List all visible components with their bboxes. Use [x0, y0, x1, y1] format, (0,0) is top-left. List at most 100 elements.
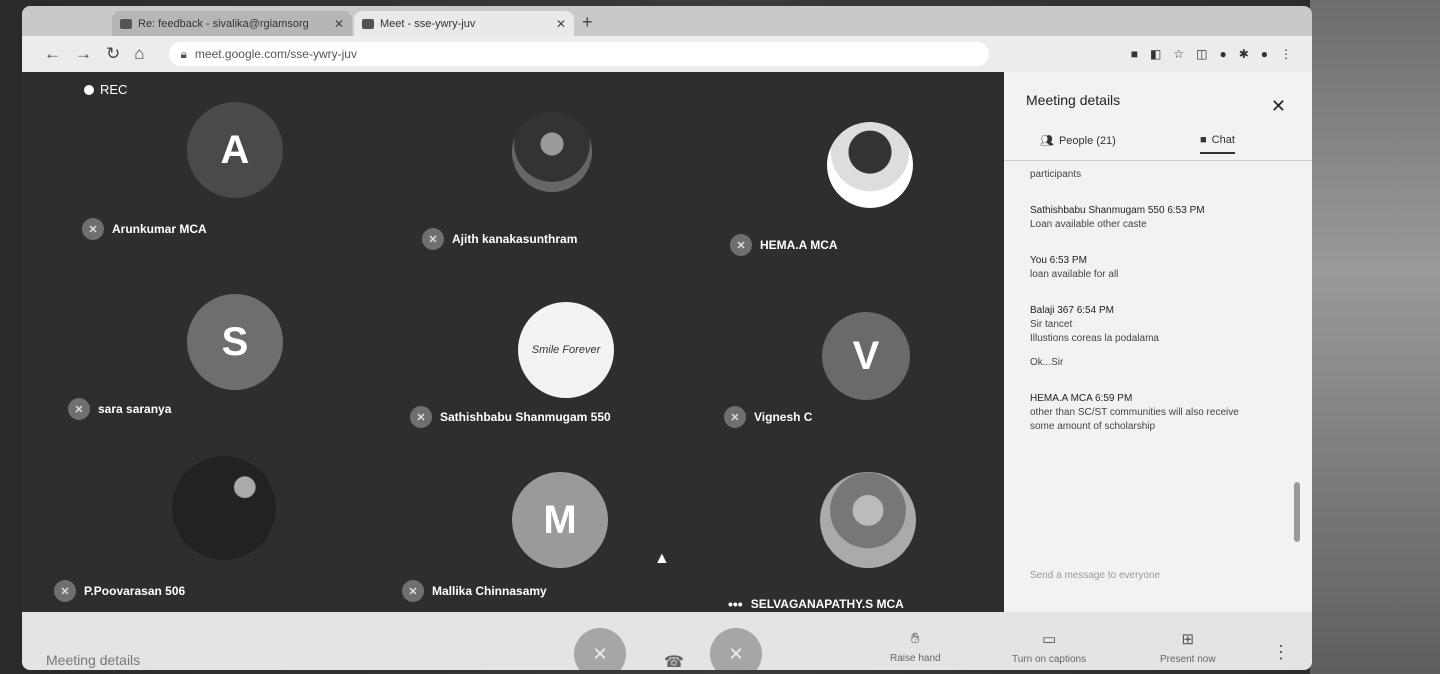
message-time: 6:59 PM: [1095, 393, 1133, 404]
tab-chat[interactable]: ■ Chat: [1200, 134, 1235, 154]
message-sender: HEMA.A MCA: [1030, 393, 1093, 404]
panel-tabs: 👥︎ People (21) ■ Chat: [1004, 128, 1312, 161]
participant-name: SELVAGANAPATHY.S MCA: [750, 597, 904, 611]
tab-people[interactable]: 👥︎ People (21): [1040, 134, 1116, 148]
forward-icon[interactable]: →: [75, 44, 92, 64]
participant-name-tag: ✕ Vignesh C: [724, 406, 812, 428]
mic-off-icon: ✕: [410, 406, 432, 428]
participant-name: Arunkumar MCA: [112, 222, 207, 236]
avatar: A: [187, 102, 283, 198]
raise-hand-button[interactable]: ✋︎ Raise hand: [890, 630, 941, 664]
tab-label: Re: feedback - sivalika@rgiamsorg: [138, 17, 309, 30]
message-text: Loan available other caste: [1030, 219, 1147, 230]
mic-off-icon: ✕: [402, 580, 424, 602]
extension-icon[interactable]: ◫: [1196, 47, 1207, 61]
scrollbar[interactable]: [1294, 482, 1300, 542]
back-icon[interactable]: ←: [44, 44, 61, 64]
participant-tile[interactable]: A ✕ Arunkumar MCA: [62, 92, 372, 262]
participant-tile[interactable]: ••• SELVAGANAPATHY.S MCA: [702, 442, 1012, 612]
home-icon[interactable]: ⌂: [134, 44, 144, 64]
message-text: Sir tancet: [1030, 319, 1073, 330]
message-sender: Sathishbabu Shanmugam 550: [1030, 205, 1165, 216]
participant-name-tag: ✕ Arunkumar MCA: [82, 218, 207, 240]
avatar: Smile Forever: [518, 302, 614, 398]
hang-up-button[interactable]: ☎: [664, 652, 684, 670]
tab-gmail[interactable]: Re: feedback - sivalika@rgiamsorg ✕: [112, 11, 352, 36]
tab-label: Chat: [1211, 134, 1235, 146]
avatar: S: [187, 294, 283, 390]
chat-messages: participants Sathishbabu Shanmugam 550 6…: [1030, 168, 1290, 456]
panel-title: Meeting details: [1026, 92, 1121, 108]
tab-meet[interactable]: Meet - sse-ywry-juv ✕: [354, 11, 574, 36]
camera-icon[interactable]: ■: [1131, 47, 1138, 61]
tab-label: Meet - sse-ywry-juv: [380, 17, 476, 30]
close-icon[interactable]: ✕: [334, 17, 344, 31]
participant-tile[interactable]: ✕ HEMA.A MCA: [702, 92, 1012, 262]
participant-name-tag: ✕ Sathishbabu Shanmugam 550: [410, 406, 611, 428]
participant-tile[interactable]: M ✕ Mallika Chinnasamy: [392, 442, 702, 612]
participant-tile[interactable]: V ✕ Vignesh C: [702, 272, 1012, 442]
message-text: some amount of scholarship: [1030, 421, 1156, 432]
chat-message: You 6:53 PM loan available for all: [1030, 254, 1290, 282]
profile-icon[interactable]: ●: [1261, 47, 1268, 61]
participant-name: Ajith kanakasunthram: [452, 232, 578, 246]
extensions-area: ■ ◧ ☆ ◫ ● ✱ ● ⋮: [1131, 47, 1292, 61]
star-icon[interactable]: ☆: [1173, 47, 1184, 61]
captions-button[interactable]: ▭ Turn on captions: [1012, 630, 1086, 665]
mic-off-icon: ✕: [54, 580, 76, 602]
meet-icon: [362, 18, 374, 29]
present-now-button[interactable]: ⊞ Present now: [1160, 630, 1216, 665]
participant-name-tag: ••• SELVAGANAPATHY.S MCA: [728, 596, 904, 612]
message-time: 6:53 PM: [1167, 205, 1205, 216]
captions-icon: ▭: [1041, 631, 1057, 648]
chat-message: participants: [1030, 168, 1290, 182]
participant-tile[interactable]: Smile Forever ✕ Sathishbabu Shanmugam 550: [392, 272, 702, 442]
chat-input[interactable]: Send a message to everyone: [1030, 570, 1160, 581]
camera-off-icon: ✕: [728, 643, 744, 664]
camera-toggle-button[interactable]: ✕: [710, 628, 762, 670]
avatar: M: [512, 472, 608, 568]
chat-icon: ■: [1200, 134, 1207, 146]
message-sender: Balaji 367: [1030, 305, 1074, 316]
mic-off-icon: ✕: [82, 218, 104, 240]
participant-name-tag: ✕ P.Poovarasan 506: [54, 580, 185, 602]
close-icon[interactable]: ✕: [556, 17, 566, 31]
participant-name: Mallika Chinnasamy: [432, 584, 547, 598]
message-text: other than SC/ST communities will also r…: [1030, 407, 1239, 418]
menu-icon[interactable]: ⋮: [1280, 47, 1292, 61]
mic-off-icon: ✕: [68, 398, 90, 420]
avatar: [827, 122, 913, 208]
participant-name: sara saranya: [98, 402, 172, 416]
participant-tile[interactable]: ✕ Ajith kanakasunthram: [392, 92, 702, 262]
meeting-details-link[interactable]: Meeting details: [46, 652, 140, 668]
lock-icon: 🔒︎: [180, 46, 187, 61]
url-field[interactable]: 🔒︎ meet.google.com/sse-ywry-juv: [168, 42, 989, 66]
participant-tile[interactable]: S ✕ sara saranya: [62, 272, 372, 442]
extension-icon[interactable]: ●: [1219, 47, 1226, 61]
people-icon: 👥︎: [1040, 135, 1054, 147]
participant-name-tag: ✕ Ajith kanakasunthram: [422, 228, 577, 250]
message-time: 6:54 PM: [1076, 305, 1114, 316]
reload-icon[interactable]: ↻: [106, 44, 120, 64]
url-text: meet.google.com/sse-ywry-juv: [194, 47, 357, 61]
laptop-screen: Re: feedback - sivalika@rgiamsorg ✕ Meet…: [22, 6, 1312, 670]
mic-toggle-button[interactable]: ✕: [574, 628, 626, 670]
message-text: participants: [1030, 169, 1082, 180]
new-tab-button[interactable]: +: [582, 12, 593, 33]
participant-tile[interactable]: ✕ P.Poovarasan 506: [54, 442, 372, 612]
message-text: loan available for all: [1030, 269, 1119, 280]
more-options-icon[interactable]: •••: [728, 596, 743, 612]
close-icon[interactable]: ✕: [1271, 96, 1286, 117]
translate-icon[interactable]: ◧: [1150, 47, 1161, 61]
more-options-icon[interactable]: ⋮: [1272, 642, 1290, 663]
puzzle-icon[interactable]: ✱: [1239, 47, 1249, 61]
participant-name: Sathishbabu Shanmugam 550: [440, 410, 611, 424]
chat-message: HEMA.A MCA 6:59 PM other than SC/ST comm…: [1030, 392, 1290, 434]
mic-off-icon: ✕: [724, 406, 746, 428]
chat-message: Sathishbabu Shanmugam 550 6:53 PM Loan a…: [1030, 204, 1290, 232]
present-icon: ⊞: [1181, 631, 1195, 648]
captions-label: Turn on captions: [1012, 654, 1087, 665]
room-background: [1310, 0, 1440, 674]
hand-icon: ✋︎: [911, 630, 920, 647]
message-sender: You: [1030, 255, 1047, 266]
